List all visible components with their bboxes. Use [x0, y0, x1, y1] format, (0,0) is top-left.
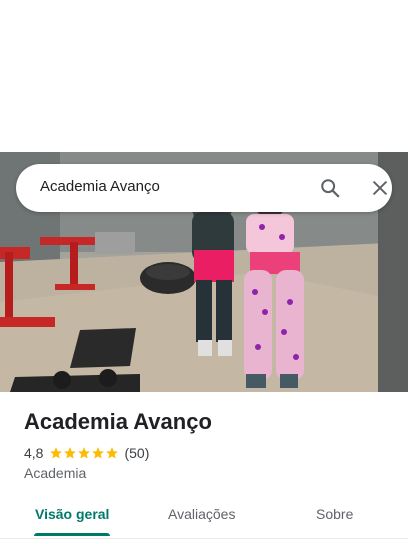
tab-about[interactable]: Sobre	[316, 506, 353, 522]
star-icon	[106, 447, 119, 459]
tab-reviews[interactable]: Avaliações	[168, 506, 235, 522]
rating-row[interactable]: 4,8 (50)	[24, 445, 149, 461]
search-bar[interactable]: Academia Avanço	[16, 164, 392, 212]
star-icon	[50, 447, 63, 459]
close-icon	[373, 181, 387, 195]
close-button[interactable]	[366, 174, 394, 202]
rating-value: 4,8	[24, 445, 44, 461]
review-count[interactable]: (50)	[124, 445, 149, 461]
place-name: Academia Avanço	[24, 409, 212, 434]
search-input[interactable]: Academia Avanço	[40, 178, 160, 195]
place-category[interactable]: Academia	[24, 465, 86, 481]
star-icon	[92, 447, 105, 459]
search-button[interactable]	[316, 174, 344, 202]
active-tab-indicator	[34, 533, 110, 536]
search-icon	[321, 179, 340, 198]
star-icon	[78, 447, 91, 459]
star-icon	[64, 447, 77, 459]
star-rating	[49, 446, 119, 460]
tab-divider	[0, 538, 408, 539]
tab-bar: Visão geral Avaliações Sobre	[0, 494, 408, 538]
tab-overview[interactable]: Visão geral	[35, 506, 109, 522]
